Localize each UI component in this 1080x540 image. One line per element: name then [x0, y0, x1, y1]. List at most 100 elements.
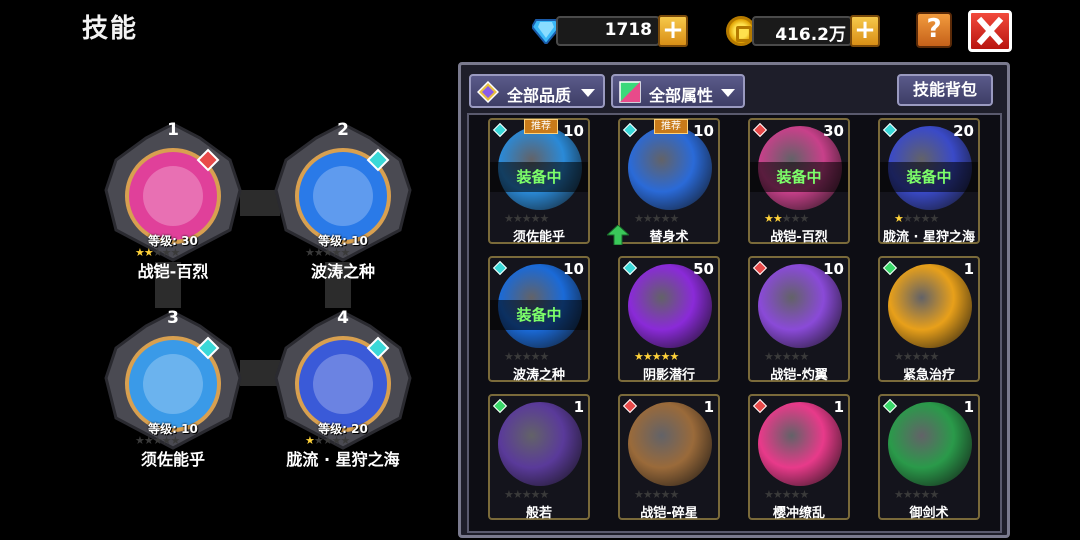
skill-icon: [628, 402, 712, 486]
skill-card[interactable]: 20 装备中 ★★★★★ 胧流 · 星狩之海: [878, 118, 980, 245]
slot-number: 4: [337, 308, 349, 328]
equipped-slot-1[interactable]: 1 等级: 30 ★★★★★ 战铠-百烈: [100, 120, 246, 281]
skill-name: 战铠-碎星: [640, 506, 698, 521]
page-title: 技能: [82, 14, 139, 44]
skill-name: 御剑术: [909, 506, 949, 521]
quality-gem-icon: [622, 122, 638, 138]
equipped-slot-3[interactable]: 3 等级: 10 ★★★★★ 须佐能乎: [100, 308, 246, 469]
coin-value: 416.2万: [775, 25, 846, 45]
quality-gem-icon: [492, 122, 508, 138]
skill-stars: ★★★★★: [504, 488, 549, 501]
skill-card[interactable]: 1 ★★★★★ 战铠-碎星: [618, 394, 720, 521]
skill-count: 30: [823, 122, 844, 140]
skill-stars: ★★★★★: [764, 212, 809, 225]
skill-count: 10: [563, 260, 584, 278]
skill-name: 战铠-灼翼: [770, 368, 828, 383]
skill-card[interactable]: 50 ★★★★★ 阴影潜行: [618, 256, 720, 383]
skill-name: 紧急治疗: [902, 368, 955, 383]
skill-count: 1: [833, 398, 844, 416]
skill-stars: ★★★★★: [894, 350, 939, 363]
slot-skill-name: 战铠-百烈: [137, 262, 209, 281]
skill-count: 1: [703, 398, 714, 416]
skill-name: 波涛之种: [512, 368, 565, 383]
skill-card[interactable]: 1 ★★★★★ 紧急治疗: [878, 256, 980, 383]
skill-count: 1: [963, 260, 974, 278]
quality-gem-icon: [752, 260, 768, 276]
skill-icon: [888, 402, 972, 486]
skill-count: 1: [963, 398, 974, 416]
equipped-slot-4[interactable]: 4 等级: 20 ★★★★★ 胧流 · 星狩之海: [270, 308, 416, 469]
skill-count: 10: [693, 122, 714, 140]
skill-stars: ★★★★★: [764, 488, 809, 501]
skill-stars: ★★★★★: [634, 350, 679, 363]
skill-name: 战铠-百烈: [770, 230, 828, 245]
quality-gem-icon: [492, 398, 508, 414]
slot-skill-name: 胧流 · 星狩之海: [286, 450, 400, 469]
chevron-down-icon: [721, 89, 735, 97]
equipped-slot-2[interactable]: 2 等级: 10 ★★★★★ 波涛之种: [270, 120, 416, 281]
quality-gem-icon: [622, 260, 638, 276]
skill-card[interactable]: 10 推荐装备中 ★★★★★ 须佐能乎: [488, 118, 590, 245]
equipped-label: 装备中: [490, 162, 588, 192]
slot-number: 1: [167, 120, 179, 140]
skill-stars: ★★★★★: [634, 488, 679, 501]
skill-stars: ★★★★★: [504, 212, 549, 225]
quality-filter-dropdown[interactable]: 全部品质: [469, 74, 605, 108]
quality-gem-icon: [882, 122, 898, 138]
equipped-label: 装备中: [490, 300, 588, 330]
skill-stars: ★★★★★: [894, 488, 939, 501]
skill-icon: [758, 402, 842, 486]
slot-skill-name: 波涛之种: [310, 262, 375, 281]
recommended-badge: 推荐: [524, 119, 558, 134]
chevron-down-icon: [581, 89, 595, 97]
quality-diamond-icon: [477, 81, 499, 103]
skill-card[interactable]: 30 装备中 ★★★★★ 战铠-百烈: [748, 118, 850, 245]
quality-gem-icon: [752, 122, 768, 138]
add-gems-button[interactable]: +: [658, 15, 688, 47]
skill-card[interactable]: 10 ★★★★★ 战铠-灼翼: [748, 256, 850, 383]
equipped-label: 装备中: [880, 162, 978, 192]
skill-stars: ★★★★★: [894, 212, 939, 225]
skill-name: 般若: [525, 506, 552, 521]
skill-stars: ★★★★★: [764, 350, 809, 363]
skill-card[interactable]: 10 推荐 ★★★★★ 替身术: [618, 118, 720, 245]
skill-count: 20: [953, 122, 974, 140]
attribute-filter-label: 全部属性: [649, 86, 714, 105]
skill-card[interactable]: 1 ★★★★★ 般若: [488, 394, 590, 521]
skill-name: 替身术: [649, 230, 689, 245]
upgrade-arrow-icon: [607, 225, 629, 245]
skill-count: 50: [693, 260, 714, 278]
attribute-filter-dropdown[interactable]: 全部属性: [611, 74, 745, 108]
slot-number: 3: [167, 308, 179, 328]
quality-gem-icon: [882, 398, 898, 414]
skill-name: 胧流 · 星狩之海: [883, 230, 975, 245]
skill-count: 10: [823, 260, 844, 278]
skill-stars: ★★★★★: [504, 350, 549, 363]
close-button[interactable]: [968, 10, 1012, 52]
slot-number: 2: [337, 120, 349, 140]
skill-card[interactable]: 1 ★★★★★ 樱冲缭乱: [748, 394, 850, 521]
close-icon: [976, 16, 1004, 46]
equipped-label: 装备中: [750, 162, 848, 192]
quality-filter-label: 全部品质: [507, 86, 572, 105]
quality-gem-icon: [622, 398, 638, 414]
gem-counter: 1718 +: [556, 14, 688, 48]
skill-name: 须佐能乎: [512, 230, 565, 245]
help-button[interactable]: ?: [916, 12, 952, 48]
skill-card[interactable]: 10 装备中 ★★★★★ 波涛之种: [488, 256, 590, 383]
skill-name: 樱冲缭乱: [772, 506, 825, 521]
attribute-icon: [619, 81, 641, 103]
skill-bag-button[interactable]: 技能背包: [897, 74, 993, 106]
skill-icon: [888, 264, 972, 348]
skill-count: 1: [573, 398, 584, 416]
skill-card[interactable]: 1 ★★★★★ 御剑术: [878, 394, 980, 521]
quality-gem-icon: [752, 398, 768, 414]
slot-skill-name: 须佐能乎: [140, 450, 205, 469]
quality-gem-icon: [492, 260, 508, 276]
quality-gem-icon: [882, 260, 898, 276]
add-coins-button[interactable]: +: [850, 15, 880, 47]
skill-name: 阴影潜行: [642, 368, 695, 383]
skill-stars: ★★★★★: [634, 212, 679, 225]
skill-count: 10: [563, 122, 584, 140]
gem-value: 1718: [604, 20, 652, 40]
